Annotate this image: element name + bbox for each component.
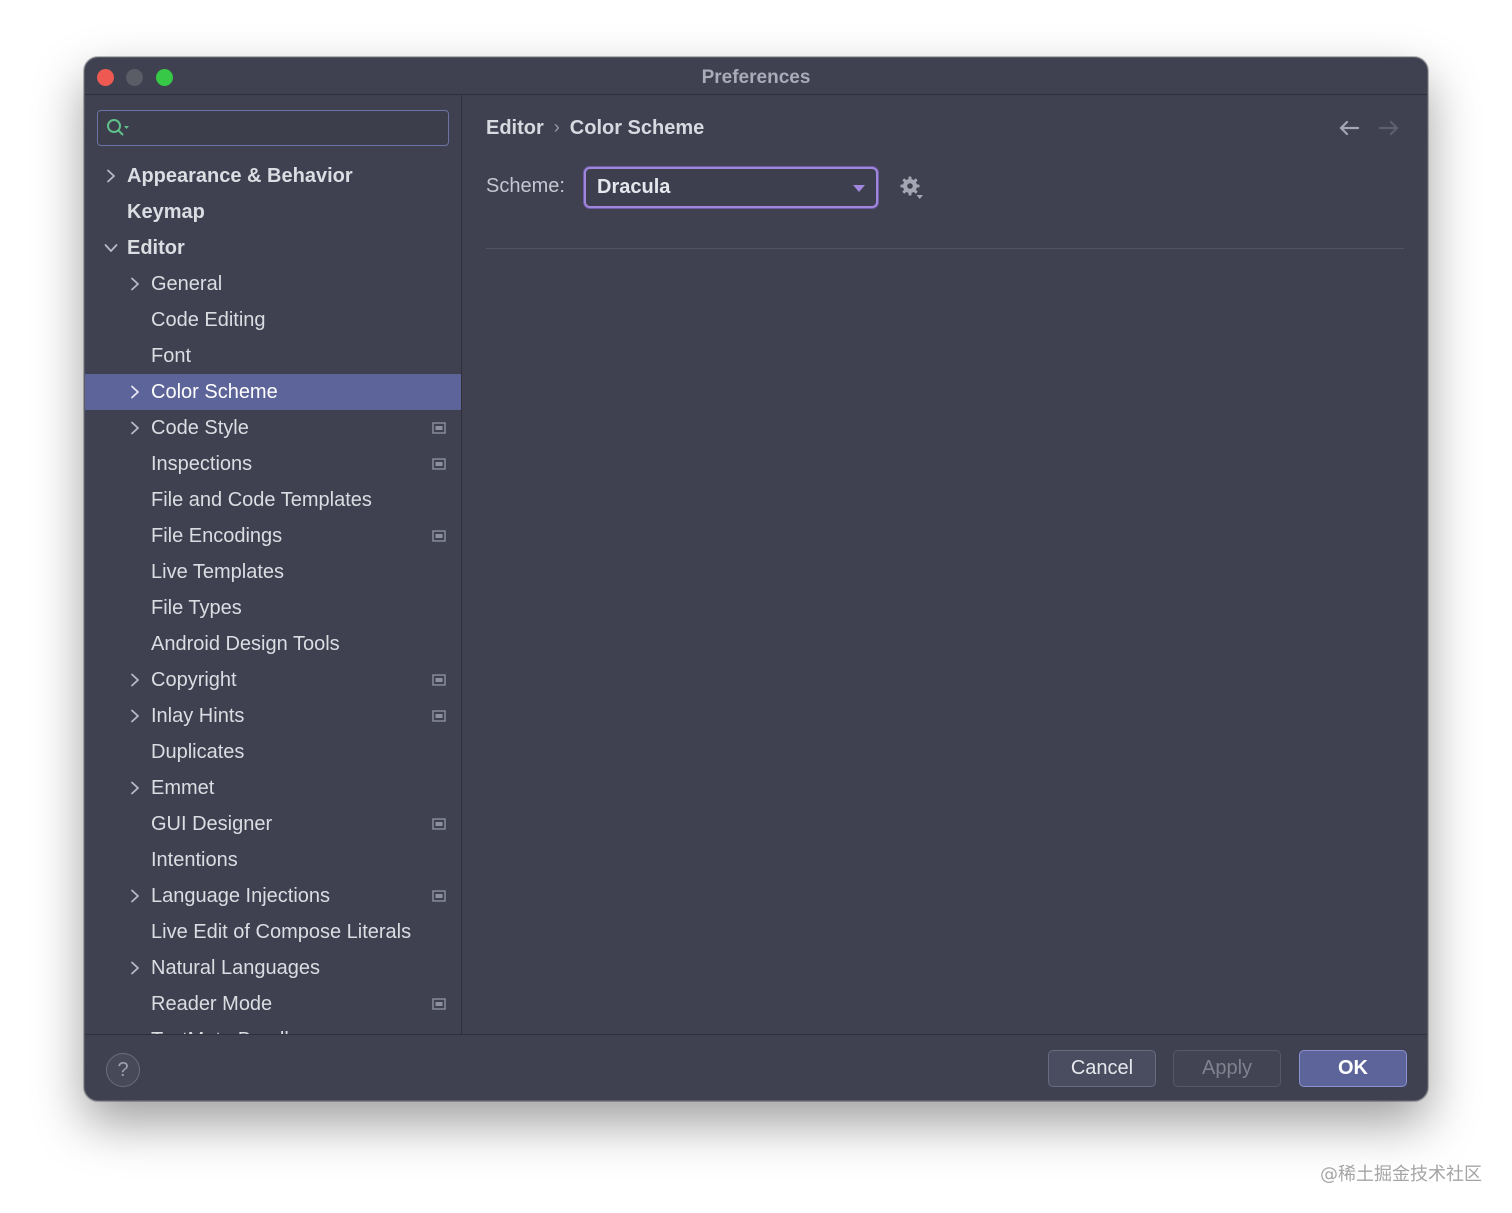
tree-item-file-encodings[interactable]: File Encodings	[85, 518, 461, 554]
tree-item-label: Emmet	[151, 777, 215, 799]
tree-item-inlay-hints[interactable]: Inlay Hints	[85, 698, 461, 734]
tree-item-font[interactable]: Font	[85, 338, 461, 374]
tree-item-emmet[interactable]: Emmet	[85, 770, 461, 806]
chevron-right-icon[interactable]	[128, 673, 142, 687]
tree-item-code-style[interactable]: Code Style	[85, 410, 461, 446]
watermark: @稀土掘金技术社区	[1320, 1164, 1482, 1185]
tree-item-general[interactable]: General	[85, 266, 461, 302]
tree-item-code-editing[interactable]: Code Editing	[85, 302, 461, 338]
breadcrumb-separator: ›	[553, 117, 560, 137]
project-scope-icon	[432, 458, 446, 470]
scheme-selected-value: Dracula	[597, 176, 671, 198]
tree-item-label: Intentions	[151, 849, 238, 871]
tree-item-label: Editor	[127, 237, 185, 259]
settings-content: Editor › Color Scheme Scheme: Dracula	[463, 95, 1427, 1034]
scheme-label: Scheme:	[486, 175, 565, 197]
project-scope-icon	[432, 998, 446, 1010]
tree-item-duplicates[interactable]: Duplicates	[85, 734, 461, 770]
chevron-right-icon[interactable]	[104, 169, 118, 183]
chevron-right-icon[interactable]	[128, 961, 142, 975]
chevron-right-icon[interactable]	[128, 709, 142, 723]
tree-item-label: Code Editing	[151, 309, 266, 331]
project-scope-icon	[432, 422, 446, 434]
tree-item-file-and-code-templates[interactable]: File and Code Templates	[85, 482, 461, 518]
tree-item-language-injections[interactable]: Language Injections	[85, 878, 461, 914]
tree-item-label: File and Code Templates	[151, 489, 372, 511]
tree-item-label: Reader Mode	[151, 993, 273, 1015]
forward-arrow-icon[interactable]	[1378, 119, 1400, 137]
tree-item-textmate-bundles[interactable]: TextMate Bundles	[85, 1022, 461, 1034]
dialog-footer: ? Cancel Apply OK	[85, 1034, 1427, 1100]
settings-search-input[interactable]	[132, 111, 442, 145]
tree-item-editor[interactable]: Editor	[85, 230, 461, 266]
tree-item-copyright[interactable]: Copyright	[85, 662, 461, 698]
tree-item-intentions[interactable]: Intentions	[85, 842, 461, 878]
settings-search-box[interactable]	[97, 110, 449, 146]
tree-item-label: TextMate Bundles	[151, 1022, 310, 1034]
chevron-right-icon[interactable]	[128, 421, 142, 435]
tree-item-label: File Types	[151, 597, 242, 619]
breadcrumb-parent[interactable]: Editor	[486, 117, 544, 139]
tree-item-reader-mode[interactable]: Reader Mode	[85, 986, 461, 1022]
settings-sidebar: Appearance & Behavior Keymap Editor General…	[85, 95, 462, 1034]
tree-item-label: GUI Designer	[151, 813, 273, 835]
chevron-right-icon[interactable]	[128, 277, 142, 291]
tree-item-label: Inspections	[151, 453, 253, 475]
tree-item-label: Keymap	[127, 201, 205, 223]
tree-item-appearance-and-behavior[interactable]: Appearance & Behavior	[85, 158, 461, 194]
tree-item-keymap[interactable]: Keymap	[85, 194, 461, 230]
project-scope-icon	[432, 710, 446, 722]
tree-item-natural-languages[interactable]: Natural Languages	[85, 950, 461, 986]
breadcrumb: Editor › Color Scheme	[486, 117, 704, 140]
tree-item-color-scheme[interactable]: Color Scheme	[85, 374, 461, 410]
tree-item-label: Live Templates	[151, 561, 285, 583]
tree-item-live-templates[interactable]: Live Templates	[85, 554, 461, 590]
tree-item-label: Natural Languages	[151, 957, 321, 979]
tree-item-android-design-tools[interactable]: Android Design Tools	[85, 626, 461, 662]
tree-item-label: Font	[151, 345, 192, 367]
tree-item-inspections[interactable]: Inspections	[85, 446, 461, 482]
preferences-window: Preferences Appearance & Behavior Keymap E…	[84, 57, 1428, 1101]
tree-item-label: Language Injections	[151, 885, 331, 907]
scheme-dropdown[interactable]: Dracula	[584, 167, 878, 208]
tree-item-gui-designer[interactable]: GUI Designer	[85, 806, 461, 842]
chevron-down-icon[interactable]	[104, 241, 118, 255]
tree-item-label: Appearance & Behavior	[127, 165, 353, 187]
cancel-button[interactable]: Cancel	[1048, 1050, 1156, 1087]
search-icon	[107, 119, 129, 136]
project-scope-icon	[432, 674, 446, 686]
tree-item-label: General	[151, 273, 223, 295]
tree-item-label: File Encodings	[151, 525, 283, 547]
chevron-right-icon[interactable]	[128, 781, 142, 795]
tree-item-label: Code Style	[151, 417, 249, 439]
ok-button[interactable]: OK	[1299, 1050, 1407, 1087]
title-bar: Preferences	[85, 58, 1427, 95]
tree-item-file-types[interactable]: File Types	[85, 590, 461, 626]
chevron-right-icon[interactable]	[128, 385, 142, 399]
tree-item-label: Inlay Hints	[151, 705, 245, 727]
tree-item-label: Live Edit of Compose Literals	[151, 921, 412, 943]
breadcrumb-current: Color Scheme	[569, 117, 705, 139]
gear-icon[interactable]	[899, 175, 925, 201]
back-arrow-icon[interactable]	[1338, 119, 1360, 137]
window-title: Preferences	[701, 67, 811, 88]
tree-item-live-edit-of-compose-literals[interactable]: Live Edit of Compose Literals	[85, 914, 461, 950]
tree-item-label: Duplicates	[151, 741, 245, 763]
chevron-down-icon	[853, 185, 865, 192]
project-scope-icon	[432, 818, 446, 830]
chevron-right-icon[interactable]	[128, 889, 142, 903]
tree-item-label: Color Scheme	[151, 381, 278, 403]
content-separator	[486, 248, 1404, 249]
apply-button[interactable]: Apply	[1173, 1050, 1281, 1087]
project-scope-icon	[432, 530, 446, 542]
tree-item-label: Copyright	[151, 669, 237, 691]
project-scope-icon	[432, 890, 446, 902]
tree-item-label: Android Design Tools	[151, 633, 340, 655]
help-button[interactable]: ?	[106, 1053, 140, 1087]
